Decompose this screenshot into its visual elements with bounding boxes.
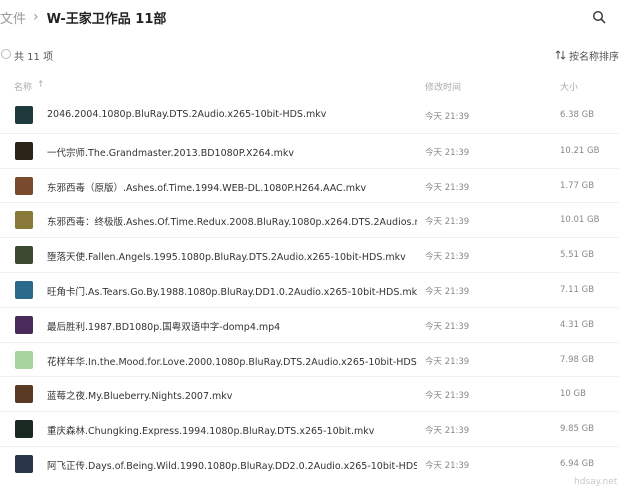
file-row[interactable]: 堕落天使.Fallen.Angels.1995.1080p.BluRay.DTS… xyxy=(0,237,619,272)
sort-icon xyxy=(555,50,566,60)
file-size: 1.77 GB xyxy=(560,180,595,191)
file-size: 5.51 GB xyxy=(560,250,595,261)
file-name[interactable]: 旺角卡门.As.Tears.Go.By.1988.1080p.BluRay.DD… xyxy=(47,284,417,298)
file-row[interactable]: 旺角卡门.As.Tears.Go.By.1988.1080p.BluRay.DD… xyxy=(0,271,619,307)
file-size: 10.01 GB xyxy=(560,215,600,226)
file-name[interactable]: 阿飞正传.Days.of.Being.Wild.1990.1080p.BluRa… xyxy=(47,458,417,472)
file-modified-time: 今天 21:39 xyxy=(425,252,470,263)
file-row[interactable]: 东邪西毒：终极版.Ashes.Of.Time.Redux.2008.BluRay… xyxy=(0,202,619,237)
file-name[interactable]: 最后胜利.1987.BD1080p.国粤双语中字-domp4.mp4 xyxy=(47,319,280,333)
item-count-label: 共 11 项 xyxy=(14,52,54,63)
page-title: W-王家卫作品 11部 xyxy=(46,11,167,27)
video-thumbnail xyxy=(15,350,33,369)
file-size: 6.38 GB xyxy=(560,110,595,120)
file-row[interactable]: 重庆森林.Chungking.Express.1994.1080p.BluRay… xyxy=(0,411,619,446)
header-bar: 文件 › W-王家卫作品 11部 xyxy=(0,0,619,34)
video-thumbnail xyxy=(15,211,33,230)
sort-button[interactable]: 按名称排序 xyxy=(555,47,619,63)
file-modified-time: 今天 21:39 xyxy=(425,460,470,471)
file-row[interactable]: 蓝莓之夜.My.Blueberry.Nights.2007.mkv 今天 21:3… xyxy=(0,376,619,411)
file-name[interactable]: 2046.2004.1080p.BluRay.DTS.2Audio.x265-1… xyxy=(47,109,326,120)
breadcrumb-separator: › xyxy=(33,9,39,25)
file-modified-time: 今天 21:39 xyxy=(425,391,470,402)
video-thumbnail xyxy=(15,176,33,195)
file-name[interactable]: 东邪西毒：终极版.Ashes.Of.Time.Redux.2008.BluRay… xyxy=(47,214,417,228)
column-name-header[interactable]: 名称 xyxy=(14,80,32,93)
file-modified-time: 今天 21:39 xyxy=(425,112,470,122)
sort-label: 按名称排序 xyxy=(569,51,619,63)
file-size: 4.31 GB xyxy=(560,319,595,330)
file-modified-time: 今天 21:39 xyxy=(425,147,470,158)
toolbar: 共 11 项 按名称排序 xyxy=(0,44,619,66)
video-thumbnail xyxy=(15,454,33,473)
file-modified-time: 今天 21:39 xyxy=(425,217,470,228)
video-thumbnail xyxy=(15,246,33,265)
sort-ascending-icon: ↑ xyxy=(37,80,45,90)
file-name[interactable]: 蓝莓之夜.My.Blueberry.Nights.2007.mkv xyxy=(47,388,232,402)
file-row[interactable]: 花样年华.In.the.Mood.for.Love.2000.1080p.Blu… xyxy=(0,341,619,377)
file-name[interactable]: 花样年华.In.the.Mood.for.Love.2000.1080p.Blu… xyxy=(47,354,417,368)
file-modified-time: 今天 21:39 xyxy=(425,356,470,367)
breadcrumb: 文件 › W-王家卫作品 11部 xyxy=(0,6,166,28)
column-modified-header[interactable]: 修改时间 xyxy=(425,80,461,93)
file-modified-time: 今天 21:39 xyxy=(425,286,470,297)
watermark: hdsay.net xyxy=(574,477,618,487)
file-size: 10.21 GB xyxy=(560,145,600,156)
column-header: 名称 ↑ 修改时间 大小 xyxy=(0,76,619,96)
file-name[interactable]: 重庆森林.Chungking.Express.1994.1080p.BluRay… xyxy=(47,423,374,437)
file-row[interactable]: 东邪西毒（原版）.Ashes.of.Time.1994.WEB-DL.1080P… xyxy=(0,167,619,203)
file-modified-time: 今天 21:39 xyxy=(425,321,470,332)
column-size-header[interactable]: 大小 xyxy=(560,80,578,93)
file-name[interactable]: 堕落天使.Fallen.Angels.1995.1080p.BluRay.DTS… xyxy=(47,249,406,263)
file-row[interactable]: 2046.2004.1080p.BluRay.DTS.2Audio.x265-1… xyxy=(0,98,619,133)
file-size: 7.98 GB xyxy=(560,354,595,365)
file-row[interactable]: 一代宗师.The.Grandmaster.2013.BD1080P.X264.m… xyxy=(0,132,619,168)
file-row[interactable]: 阿飞正传.Days.of.Being.Wild.1990.1080p.BluRa… xyxy=(0,445,619,481)
search-icon xyxy=(592,10,606,24)
video-thumbnail xyxy=(15,420,33,439)
file-row[interactable]: 最后胜利.1987.BD1080p.国粤双语中字-domp4.mp4 今天 21:… xyxy=(0,306,619,342)
select-all-checkbox[interactable] xyxy=(1,49,11,59)
video-thumbnail xyxy=(15,280,33,299)
file-size: 10 GB xyxy=(560,389,586,400)
file-browser-page: 文件 › W-王家卫作品 11部 共 11 项 按名称排序 名称 ↑ 修改时间 xyxy=(0,0,619,490)
video-thumbnail xyxy=(15,315,33,334)
file-name[interactable]: 一代宗师.The.Grandmaster.2013.BD1080P.X264.m… xyxy=(47,145,294,159)
file-size: 9.85 GB xyxy=(560,424,595,435)
search-button[interactable] xyxy=(589,7,609,27)
breadcrumb-root-link[interactable]: 文件 xyxy=(0,8,26,27)
video-thumbnail xyxy=(15,106,33,124)
file-size: 7.11 GB xyxy=(560,284,595,295)
file-name[interactable]: 东邪西毒（原版）.Ashes.of.Time.1994.WEB-DL.1080P… xyxy=(47,180,366,194)
video-thumbnail xyxy=(15,385,33,404)
file-size: 6.94 GB xyxy=(560,458,595,469)
file-modified-time: 今天 21:39 xyxy=(425,426,470,437)
file-modified-time: 今天 21:39 xyxy=(425,182,470,193)
file-list: 2046.2004.1080p.BluRay.DTS.2Audio.x265-1… xyxy=(0,98,619,482)
video-thumbnail xyxy=(15,141,33,160)
